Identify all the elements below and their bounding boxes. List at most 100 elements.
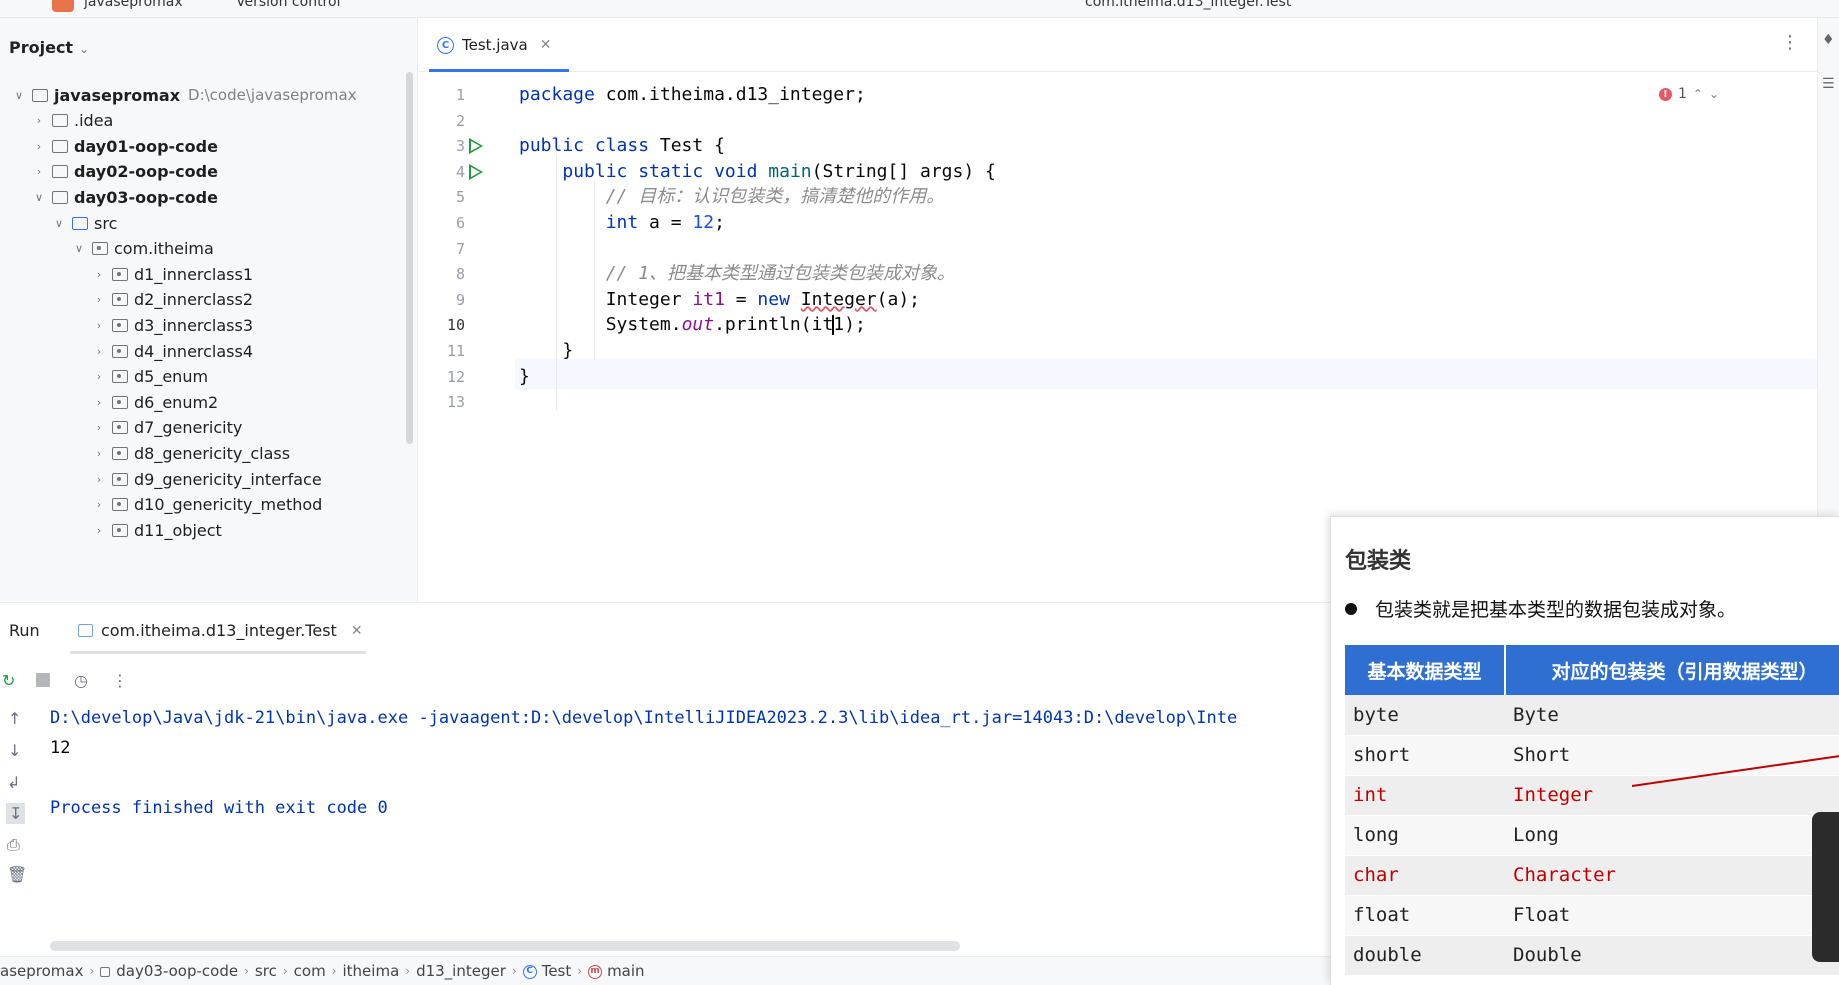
console-output[interactable]: D:\develop\Java\jdk-21\bin\java.exe -jav… [50, 703, 1330, 823]
breadcrumb-label: com [293, 962, 326, 980]
breadcrumb-item[interactable]: itheima [343, 962, 400, 980]
chevron-up-icon[interactable]: ⌃ [1693, 87, 1703, 101]
table-cell-wrapper: Character [1505, 855, 1839, 896]
slide-bullet: 包装类就是把基本类型的数据包装成对象。 [1345, 595, 1736, 622]
chevron-right-icon[interactable]: › [92, 370, 106, 383]
chevron-right-icon[interactable]: › [92, 268, 106, 281]
more-options-icon[interactable]: ⋮ [112, 671, 128, 690]
tab-label: Test.java [462, 36, 528, 54]
chevron-right-icon[interactable]: › [92, 498, 106, 511]
console-line: Process finished with exit code 0 [50, 798, 388, 818]
chevron-right-icon[interactable]: › [92, 319, 106, 332]
chevron-right-icon[interactable]: › [92, 396, 106, 409]
chevron-down-icon[interactable]: ∨ [32, 191, 46, 204]
scroll-to-end-icon[interactable]: ↧ [6, 803, 26, 824]
vcs-menu[interactable]: Version control [236, 0, 340, 10]
project-name[interactable]: javasepromax [84, 0, 183, 10]
print-icon[interactable]: ⎙ [7, 835, 20, 855]
run-gutter-icon[interactable] [469, 163, 483, 180]
error-icon: ! [1658, 87, 1672, 101]
chevron-right-icon[interactable]: › [32, 140, 46, 153]
chevron-right-icon[interactable]: › [92, 524, 106, 537]
chevron-right-icon: › [282, 964, 288, 978]
package-icon [112, 293, 128, 307]
package-icon [112, 267, 128, 281]
line-gutter[interactable]: 1 2 3 4 5 6 7 8 9 10 11 12 13 [419, 72, 515, 602]
chevron-down-icon[interactable]: ∨ [72, 242, 86, 255]
floating-side-widget[interactable] [1812, 812, 1839, 962]
arrow-up-icon[interactable]: ↑ [8, 709, 21, 728]
notifications-icon[interactable]: ♦ [1822, 32, 1835, 48]
table-row: float Float [1345, 895, 1839, 936]
chevron-right-icon[interactable]: › [92, 293, 106, 306]
module-icon [100, 966, 111, 977]
chevron-down-icon[interactable]: ⌄ [79, 42, 89, 56]
chevron-right-icon[interactable]: › [92, 345, 106, 358]
breadcrumb-item[interactable]: com [294, 962, 326, 980]
code-line[interactable]: int a = 12; [519, 208, 725, 238]
breadcrumb-item[interactable]: d13_integer [416, 962, 506, 980]
chevron-right-icon[interactable]: › [92, 473, 106, 486]
package-icon [112, 446, 128, 460]
tab-test-java[interactable]: C Test.java ✕ [437, 18, 551, 72]
code-line[interactable]: package com.itheima.d13_integer; [519, 80, 866, 110]
database-icon[interactable]: ☰ [1822, 76, 1835, 92]
breadcrumb-item[interactable]: m main [588, 962, 645, 980]
tree-item-path: D:\code\javasepromax [188, 86, 357, 104]
chevron-right-icon: › [405, 964, 411, 978]
chevron-down-icon[interactable]: ∨ [52, 217, 66, 230]
table-cell-primitive: short [1345, 735, 1505, 776]
indent-guide [556, 154, 557, 410]
breadcrumb-item[interactable]: day03-oop-code [100, 962, 238, 980]
chevron-right-icon[interactable]: › [32, 114, 46, 127]
close-icon[interactable]: ✕ [351, 623, 363, 639]
console-tab-icon [78, 624, 93, 637]
slide-bullet-text: 包装类就是把基本类型的数据包装成对象。 [1375, 599, 1737, 621]
breadcrumb-item[interactable]: asepromax [0, 962, 83, 980]
run-config-tab[interactable]: com.itheima.d13_integer.Test ✕ [78, 621, 363, 640]
package-icon [112, 395, 128, 409]
arrow-down-icon[interactable]: ↓ [8, 741, 21, 760]
stop-icon[interactable] [36, 673, 50, 687]
breadcrumb-label: Test [541, 962, 572, 980]
project-scrollbar[interactable] [406, 72, 413, 444]
more-options-icon[interactable]: ⋮ [1781, 32, 1799, 53]
chevron-down-icon[interactable]: ⌄ [1709, 87, 1719, 101]
tree-item-label: day03-oop-code [74, 187, 218, 207]
chevron-right-icon: › [331, 964, 337, 978]
title-bar: javasepromax Version control com.itheima… [0, 0, 1839, 18]
project-panel-header[interactable]: Project ⌄ [9, 38, 89, 57]
run-gutter-icon[interactable] [469, 138, 483, 155]
breadcrumb-label: day03-oop-code [116, 962, 239, 980]
project-logo-icon[interactable] [52, 0, 74, 12]
chevron-right-icon[interactable]: › [92, 421, 106, 434]
breadcrumb-item[interactable]: C Test [522, 962, 572, 980]
folder-icon [52, 114, 68, 128]
chevron-right-icon[interactable]: › [92, 447, 106, 460]
breadcrumb-item[interactable]: src [255, 962, 277, 980]
annotation-arrow [1631, 755, 1839, 787]
lecture-slide-overlay: 包装类 包装类就是把基本类型的数据包装成对象。 基本数据类型 对应的包装类（引用… [1330, 516, 1839, 985]
tree-item-label: d11_object [134, 520, 222, 540]
trash-icon[interactable]: 🗑 [7, 865, 27, 884]
console-horizontal-scrollbar[interactable] [50, 941, 960, 951]
tree-item[interactable]: › d11_object [92, 515, 222, 545]
close-icon[interactable]: ✕ [540, 37, 552, 53]
table-cell-primitive: char [1345, 855, 1505, 896]
table-cell-wrapper: Byte [1505, 695, 1839, 736]
table-row: double Double [1345, 935, 1839, 976]
run-config-select[interactable]: com.itheima.d13_integer.Test [1085, 0, 1291, 10]
tree-item-label: d9_genericity_interface [134, 469, 322, 489]
chevron-right-icon[interactable]: › [32, 165, 46, 178]
tree-item-label: d8_genericity_class [134, 443, 291, 463]
tree-item-label: .idea [74, 111, 114, 131]
code-line[interactable]: } [519, 362, 530, 392]
soft-wrap-icon[interactable]: ↲ [7, 773, 20, 792]
console-line: D:\develop\Java\jdk-21\bin\java.exe -jav… [50, 708, 1238, 728]
rerun-icon[interactable]: ↻ [2, 671, 15, 690]
error-indicator[interactable]: ! 1 ⌃ ⌄ [1658, 86, 1719, 102]
chevron-down-icon[interactable]: ∨ [12, 89, 26, 102]
package-icon [112, 523, 128, 537]
debug-attach-icon[interactable]: ◷ [74, 671, 88, 690]
